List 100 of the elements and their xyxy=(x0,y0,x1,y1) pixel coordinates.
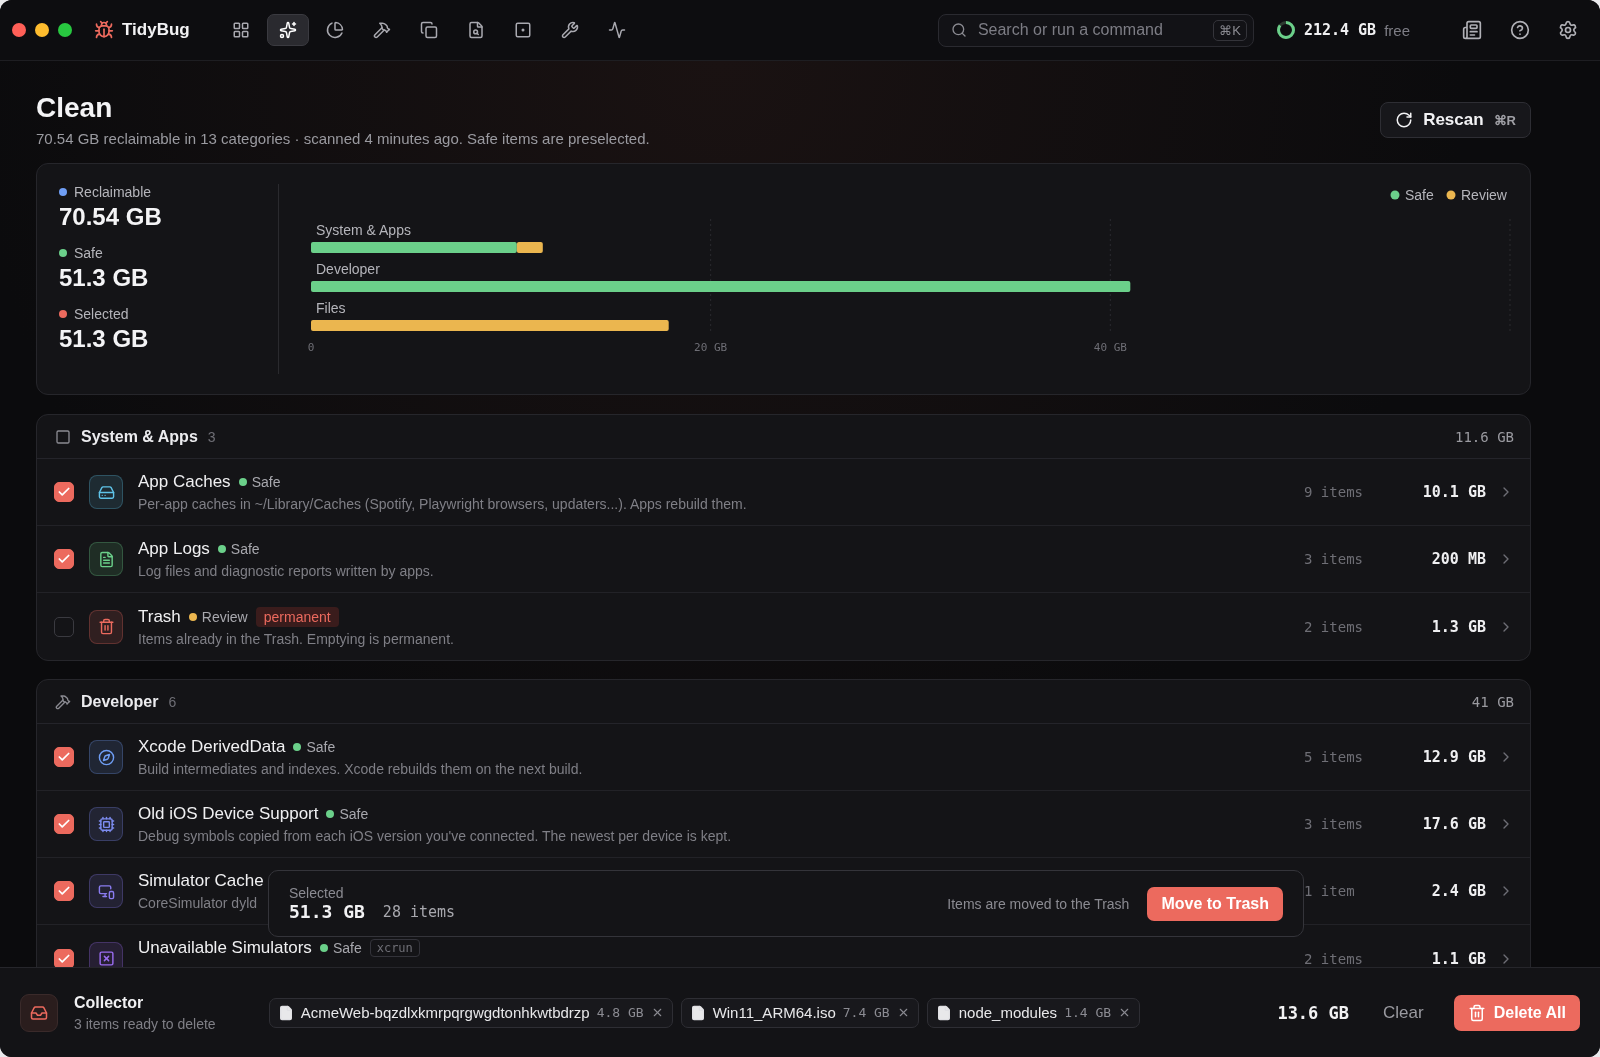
checkbox[interactable] xyxy=(54,814,74,834)
item-count: 2 items xyxy=(1304,618,1364,635)
file-search-icon[interactable] xyxy=(466,21,485,39)
tray-icon xyxy=(30,1003,48,1022)
item-count: 2 items xyxy=(1304,950,1364,967)
pie-chart-icon[interactable] xyxy=(325,21,344,39)
stat-label: Reclaimable xyxy=(74,184,152,200)
row-description: Debug symbols copied from each iOS version you've connected. The newest per device is kept. xyxy=(138,828,732,844)
cleanup-row[interactable]: App Caches Safe Per-app caches in ~/Library/Caches (Spotify, Playwright browsers, updaters...). Apps rebuild them. 9 items 10.1 GB xyxy=(37,459,1530,526)
safety-label: Safe xyxy=(306,739,336,755)
file-size: 4.8 GB xyxy=(596,1005,644,1020)
clear-button[interactable]: Clear xyxy=(1377,1001,1430,1024)
row-size: 17.6 GB xyxy=(1421,815,1486,833)
sparkles-icon[interactable] xyxy=(278,21,297,39)
rescan-button[interactable]: Rescan ⌘R xyxy=(1380,102,1531,138)
group-title: Developer xyxy=(81,692,159,711)
window-control[interactable] xyxy=(35,23,49,37)
hammer-icon[interactable] xyxy=(372,21,391,39)
item-count: 3 items xyxy=(1304,816,1364,832)
wrench-icon[interactable] xyxy=(560,21,579,39)
checkbox[interactable] xyxy=(54,948,74,967)
row-title: Unavailable Simulators xyxy=(138,938,312,958)
file-name: Win11_ARM64.iso xyxy=(712,1004,836,1021)
row-title: Xcode DerivedData xyxy=(138,737,286,757)
collector-subtitle: 3 items ready to delete xyxy=(74,1015,216,1032)
legend-label: Safe xyxy=(1405,187,1435,203)
file-name: AcmeWeb-bqzdlxkmrpqrgwgdtonhkwtbdrzp xyxy=(300,1004,590,1021)
row-size: 200 MB xyxy=(1430,550,1486,568)
checkbox[interactable] xyxy=(54,881,74,901)
toolbar-tab[interactable] xyxy=(266,14,309,46)
check-icon xyxy=(57,485,71,499)
tag: permanent xyxy=(255,606,339,627)
legend-item: Review xyxy=(1446,187,1507,203)
cleanup-row[interactable]: Xcode DerivedData Safe Build intermediates and indexes. Xcode rebuilds them on the next build. 5 items 12.9 GB xyxy=(37,724,1530,791)
group-title: System & Apps xyxy=(81,427,198,446)
row-description: Items already in the Trash. Emptying is permanent. xyxy=(138,630,454,647)
safety-label: Safe xyxy=(251,474,281,490)
category-label: System & Apps xyxy=(316,222,411,238)
search-field[interactable]: Search or run a command xyxy=(975,20,1205,40)
newspaper-icon[interactable] xyxy=(1462,20,1482,40)
search-icon xyxy=(950,22,967,38)
stat-label: Safe xyxy=(74,245,103,261)
safety-label: Safe xyxy=(332,940,362,956)
cleanup-row[interactable]: App Logs Safe Log files and diagnostic reports written by apps. 3 items 200 MB xyxy=(37,526,1530,593)
cleanup-row[interactable]: Trash Review permanent Items already in the Trash. Emptying is permanent. 2 items 1.3 GB xyxy=(37,593,1530,660)
safety-label: Safe xyxy=(230,541,260,557)
pulse-icon[interactable] xyxy=(607,21,626,39)
file-icon xyxy=(689,1004,706,1021)
row-size: 2.4 GB xyxy=(1430,882,1486,900)
checkbox[interactable] xyxy=(54,549,74,569)
safety-label: Safe xyxy=(339,806,369,822)
page-subtitle: 70.54 GB reclaimable in 13 categories · scanned 4 minutes ago. Safe items are preselected. xyxy=(36,130,650,147)
selection-note: Items are moved to the Trash xyxy=(947,895,1130,912)
checkbox[interactable] xyxy=(54,482,74,502)
row-title: Trash xyxy=(138,606,181,627)
collector-total: 13.6 GB xyxy=(1277,1002,1350,1023)
chip-icon xyxy=(97,815,115,833)
devices-icon xyxy=(97,882,115,900)
checkbox[interactable] xyxy=(54,747,74,767)
settings-icon[interactable] xyxy=(1558,20,1578,40)
checkbox[interactable] xyxy=(54,616,74,637)
file-name: node_modules xyxy=(958,1004,1058,1021)
group-count: 3 xyxy=(207,428,216,445)
legend-label: Review xyxy=(1461,187,1508,203)
safety-label: Review xyxy=(201,608,248,625)
window-control[interactable] xyxy=(58,23,72,37)
trash-icon xyxy=(1467,1003,1486,1022)
row-size: 12.9 GB xyxy=(1421,748,1486,766)
shortcut-hint: ⌘K xyxy=(1213,19,1247,41)
row-description: CoreSimulator dyld xyxy=(138,895,258,911)
selection-label: Selected xyxy=(289,885,345,901)
group-total: 41 GB xyxy=(1471,693,1514,710)
tag: xcrun xyxy=(369,939,420,957)
check-icon xyxy=(57,817,71,831)
refresh-icon xyxy=(1395,111,1414,129)
search-bar[interactable]: Search or run a command ⌘K xyxy=(937,13,1254,47)
window-control[interactable] xyxy=(12,23,26,37)
x-square-icon xyxy=(97,950,115,967)
page-title: Clean xyxy=(36,92,114,124)
app-name: TidyBug xyxy=(122,20,190,40)
stat-value: 51.3 GB xyxy=(59,264,150,292)
file-size: 7.4 GB xyxy=(842,1005,890,1020)
cleanup-row[interactable]: Old iOS Device Support Safe Debug symbols copied from each iOS version you've connected. The newest per device is kept. 3 items 17.6 GB xyxy=(37,791,1530,858)
axis-tick-label: 20 GB xyxy=(694,341,728,354)
selection-size: 51.3 GB xyxy=(289,901,365,922)
row-description: Build intermediates and indexes. Xcode rebuilds them on the next build. xyxy=(138,761,583,777)
disk-free-value: 212.4 GB xyxy=(1303,21,1377,39)
stat-value: 51.3 GB xyxy=(59,325,150,353)
hammer-icon xyxy=(55,693,71,710)
disk-free-label: free xyxy=(1384,21,1410,39)
bug-icon xyxy=(94,20,114,40)
window-icon xyxy=(55,428,71,445)
check-icon xyxy=(57,552,71,566)
row-description: Log files and diagnostic reports written by apps. xyxy=(138,563,434,579)
group-total: 11.6 GB xyxy=(1455,428,1514,445)
row-size: 1.1 GB xyxy=(1430,949,1486,967)
copy-icon[interactable] xyxy=(419,21,438,39)
grid-icon[interactable] xyxy=(231,21,250,39)
help-icon[interactable] xyxy=(1510,20,1530,40)
row-size: 1.3 GB xyxy=(1430,617,1486,636)
